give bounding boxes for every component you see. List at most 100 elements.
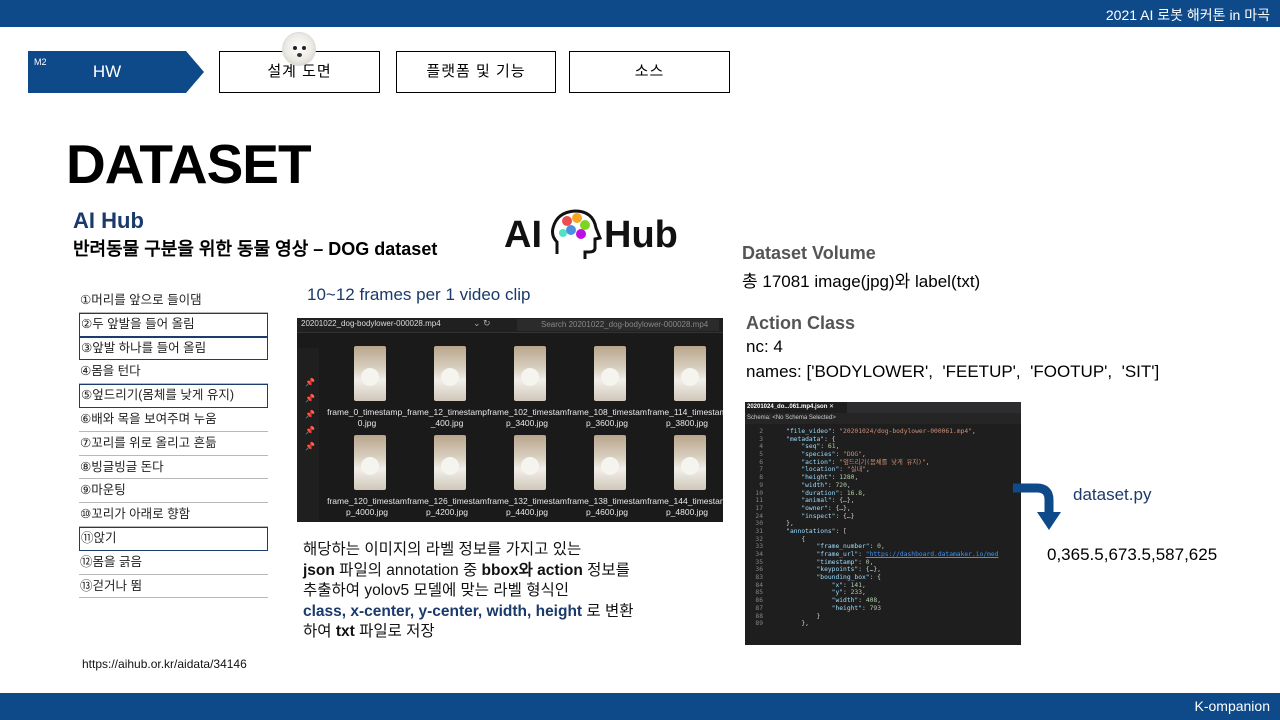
editor-tab: 20201024_do...061.mp4.json ✕ (745, 402, 847, 413)
editor-tabbar: 20201024_do...061.mp4.json ✕ (745, 402, 1021, 413)
file-thumbnail: frame_120_timestamp_4000.jpg (327, 435, 407, 521)
line-text: "location": "실내", (801, 466, 870, 474)
line-number: 6 (759, 458, 763, 466)
line-text: "seq": 61, (801, 443, 840, 451)
line-text: }, (771, 520, 794, 528)
aihub-heading: AI Hub (73, 208, 144, 233)
code-line: 35 "timestamp": 0, (745, 559, 1021, 567)
class-names: names: ['BODYLOWER', 'FEETUP', 'FOOTUP',… (746, 362, 1160, 381)
dog-frame-image (354, 435, 386, 490)
action-class-heading: Action Class (746, 313, 856, 333)
dog-frame-image (434, 346, 466, 401)
action-item: ②두 앞발을 들어 올림 (79, 312, 268, 337)
line-number: 17 (755, 504, 763, 512)
file-name: frame_12_timestamp_400.jpg (407, 407, 487, 428)
line-number: 84 (755, 581, 763, 589)
file-name: frame_132_timestamp_4400.jpg (487, 496, 567, 517)
logo-text-hub: Hub (604, 214, 678, 256)
code-line: 4 "seq": 61, (745, 443, 1021, 451)
file-thumbnail: frame_108_timestamp_3600.jpg (567, 346, 647, 432)
file-name: frame_114_timestamp_3800.jpg (647, 407, 723, 428)
line-text: "x": 141, (831, 581, 866, 589)
code-line: 30 }, (745, 520, 1021, 528)
code-line: 33 "frame_number": 0, (745, 543, 1021, 551)
line-number: 83 (755, 574, 763, 582)
bottom-banner: K-ompanion (0, 693, 1280, 720)
volume-heading: Dataset Volume (742, 243, 876, 263)
top-banner: 2021 AI 로봇 해커톤 in 마곡 (0, 0, 1280, 27)
logo-text-ai: AI (504, 214, 542, 256)
file-name: frame_120_timestamp_4000.jpg (327, 496, 407, 517)
event-title: 2021 AI 로봇 해커톤 in 마곡 (1105, 7, 1270, 23)
code-line: 8 "height": 1280, (745, 474, 1021, 482)
curved-arrow-icon (1013, 483, 1061, 530)
dog-avatar (282, 32, 316, 66)
desc-line: json 파일의 annotation 중 bbox와 action 정보를 (303, 561, 630, 579)
line-text: "bounding_box": { (816, 574, 881, 582)
aihub-logo: AI Hub (504, 206, 679, 262)
dog-frame-image (514, 435, 546, 490)
line-text: "file_video": "20201024/dog-bodylower-00… (786, 428, 976, 435)
action-item: ⑤엎드리기(몸체를 낮게 유지) (79, 384, 268, 408)
code-line: 7 "location": "실내", (745, 466, 1021, 474)
dog-frame-image (434, 435, 466, 490)
label-output: 0,365.5,673.5,587,625 (1047, 545, 1218, 564)
line-number: 3 (759, 435, 763, 443)
line-number: 33 (755, 543, 763, 551)
line-text: "owner": {…}, (801, 504, 851, 512)
pin-icon: 📌 (305, 394, 315, 403)
action-item: ⑨마운팅 (79, 479, 268, 504)
action-item: ⑧빙글빙글 돈다 (79, 456, 268, 480)
file-name: frame_102_timestamp_3400.jpg (487, 407, 567, 428)
code-line: 3 "metadata": { (745, 436, 1021, 444)
dog-frame-image (354, 346, 386, 401)
line-number: 30 (755, 520, 763, 528)
desc-line: class, x-center, y-center, width, height… (303, 602, 634, 620)
brain-head-icon (551, 209, 603, 259)
file-name: frame_108_timestamp_3600.jpg (567, 407, 647, 428)
dog-frame-image (594, 346, 626, 401)
platform-features-button[interactable]: 플랫폼 및 기능 (396, 51, 556, 93)
line-number: 85 (755, 589, 763, 597)
line-text: "frame_number": 0, (816, 543, 885, 551)
json-editor-screenshot: 20201024_do...061.mp4.json ✕ Schema: <No… (745, 402, 1021, 645)
code-line: 9 "width": 720, (745, 482, 1021, 490)
action-item: ④몸을 턴다 (79, 360, 268, 385)
code-line: 5 "species": "DOG", (745, 451, 1021, 459)
refresh-icon: ⌄ ↻ (473, 318, 491, 328)
code-line: 34 "frame_url": "https://dashboard.datam… (745, 551, 1021, 559)
quick-access-pane: 📌 📌 📌 📌 📌 (297, 348, 319, 522)
line-text: { (771, 535, 806, 543)
line-text: "animal": {…}, (801, 497, 855, 505)
file-thumbnail: frame_144_timestamp_4800.jpg (647, 435, 723, 521)
action-class-list: ①머리를 앞으로 들이댐 ②두 앞발을 들어 올림 ③앞발 하나를 들어 올림 ④몸을… (79, 289, 268, 599)
line-number: 32 (755, 535, 763, 543)
file-thumbnail: frame_132_timestamp_4400.jpg (487, 435, 567, 521)
line-text: "width": 720, (801, 481, 851, 489)
action-item: ⑬걷거나 뜀 (79, 575, 268, 599)
line-text: "action": "엎드리기(몸체를 낮게 유지)", (801, 458, 930, 466)
code-line: 87 "height": 793 (745, 605, 1021, 613)
team-name: K-ompanion (1194, 698, 1271, 714)
script-name: dataset.py (1073, 485, 1152, 504)
hw-section-tab[interactable]: M2 HW (28, 51, 204, 93)
action-item: ⑥배와 목을 보여주며 누움 (79, 408, 268, 432)
action-item: ⑦꼬리를 위로 올리고 흔듦 (79, 432, 268, 456)
code-line: 88 } (745, 613, 1021, 621)
schema-bar: Schema: <No Schema Selected> (745, 413, 1021, 424)
line-number: 24 (755, 512, 763, 520)
code-line: 32 { (745, 536, 1021, 544)
source-url[interactable]: https://aihub.or.kr/aidata/34146 (82, 657, 247, 671)
line-number: 87 (755, 604, 763, 612)
source-button[interactable]: 소스 (569, 51, 730, 93)
file-name: frame_144_timestamp_4800.jpg (647, 496, 723, 517)
pin-icon: 📌 (305, 426, 315, 435)
line-number: 11 (755, 497, 763, 505)
pin-icon: 📌 (305, 378, 315, 387)
line-number: 4 (759, 443, 763, 451)
action-item: ⑫몸을 긁음 (79, 551, 268, 575)
action-item: ⑪앉기 (79, 526, 268, 551)
line-number: 35 (755, 558, 763, 566)
line-text: "keypoints": {…}, (816, 566, 881, 574)
line-number: 89 (755, 620, 763, 628)
